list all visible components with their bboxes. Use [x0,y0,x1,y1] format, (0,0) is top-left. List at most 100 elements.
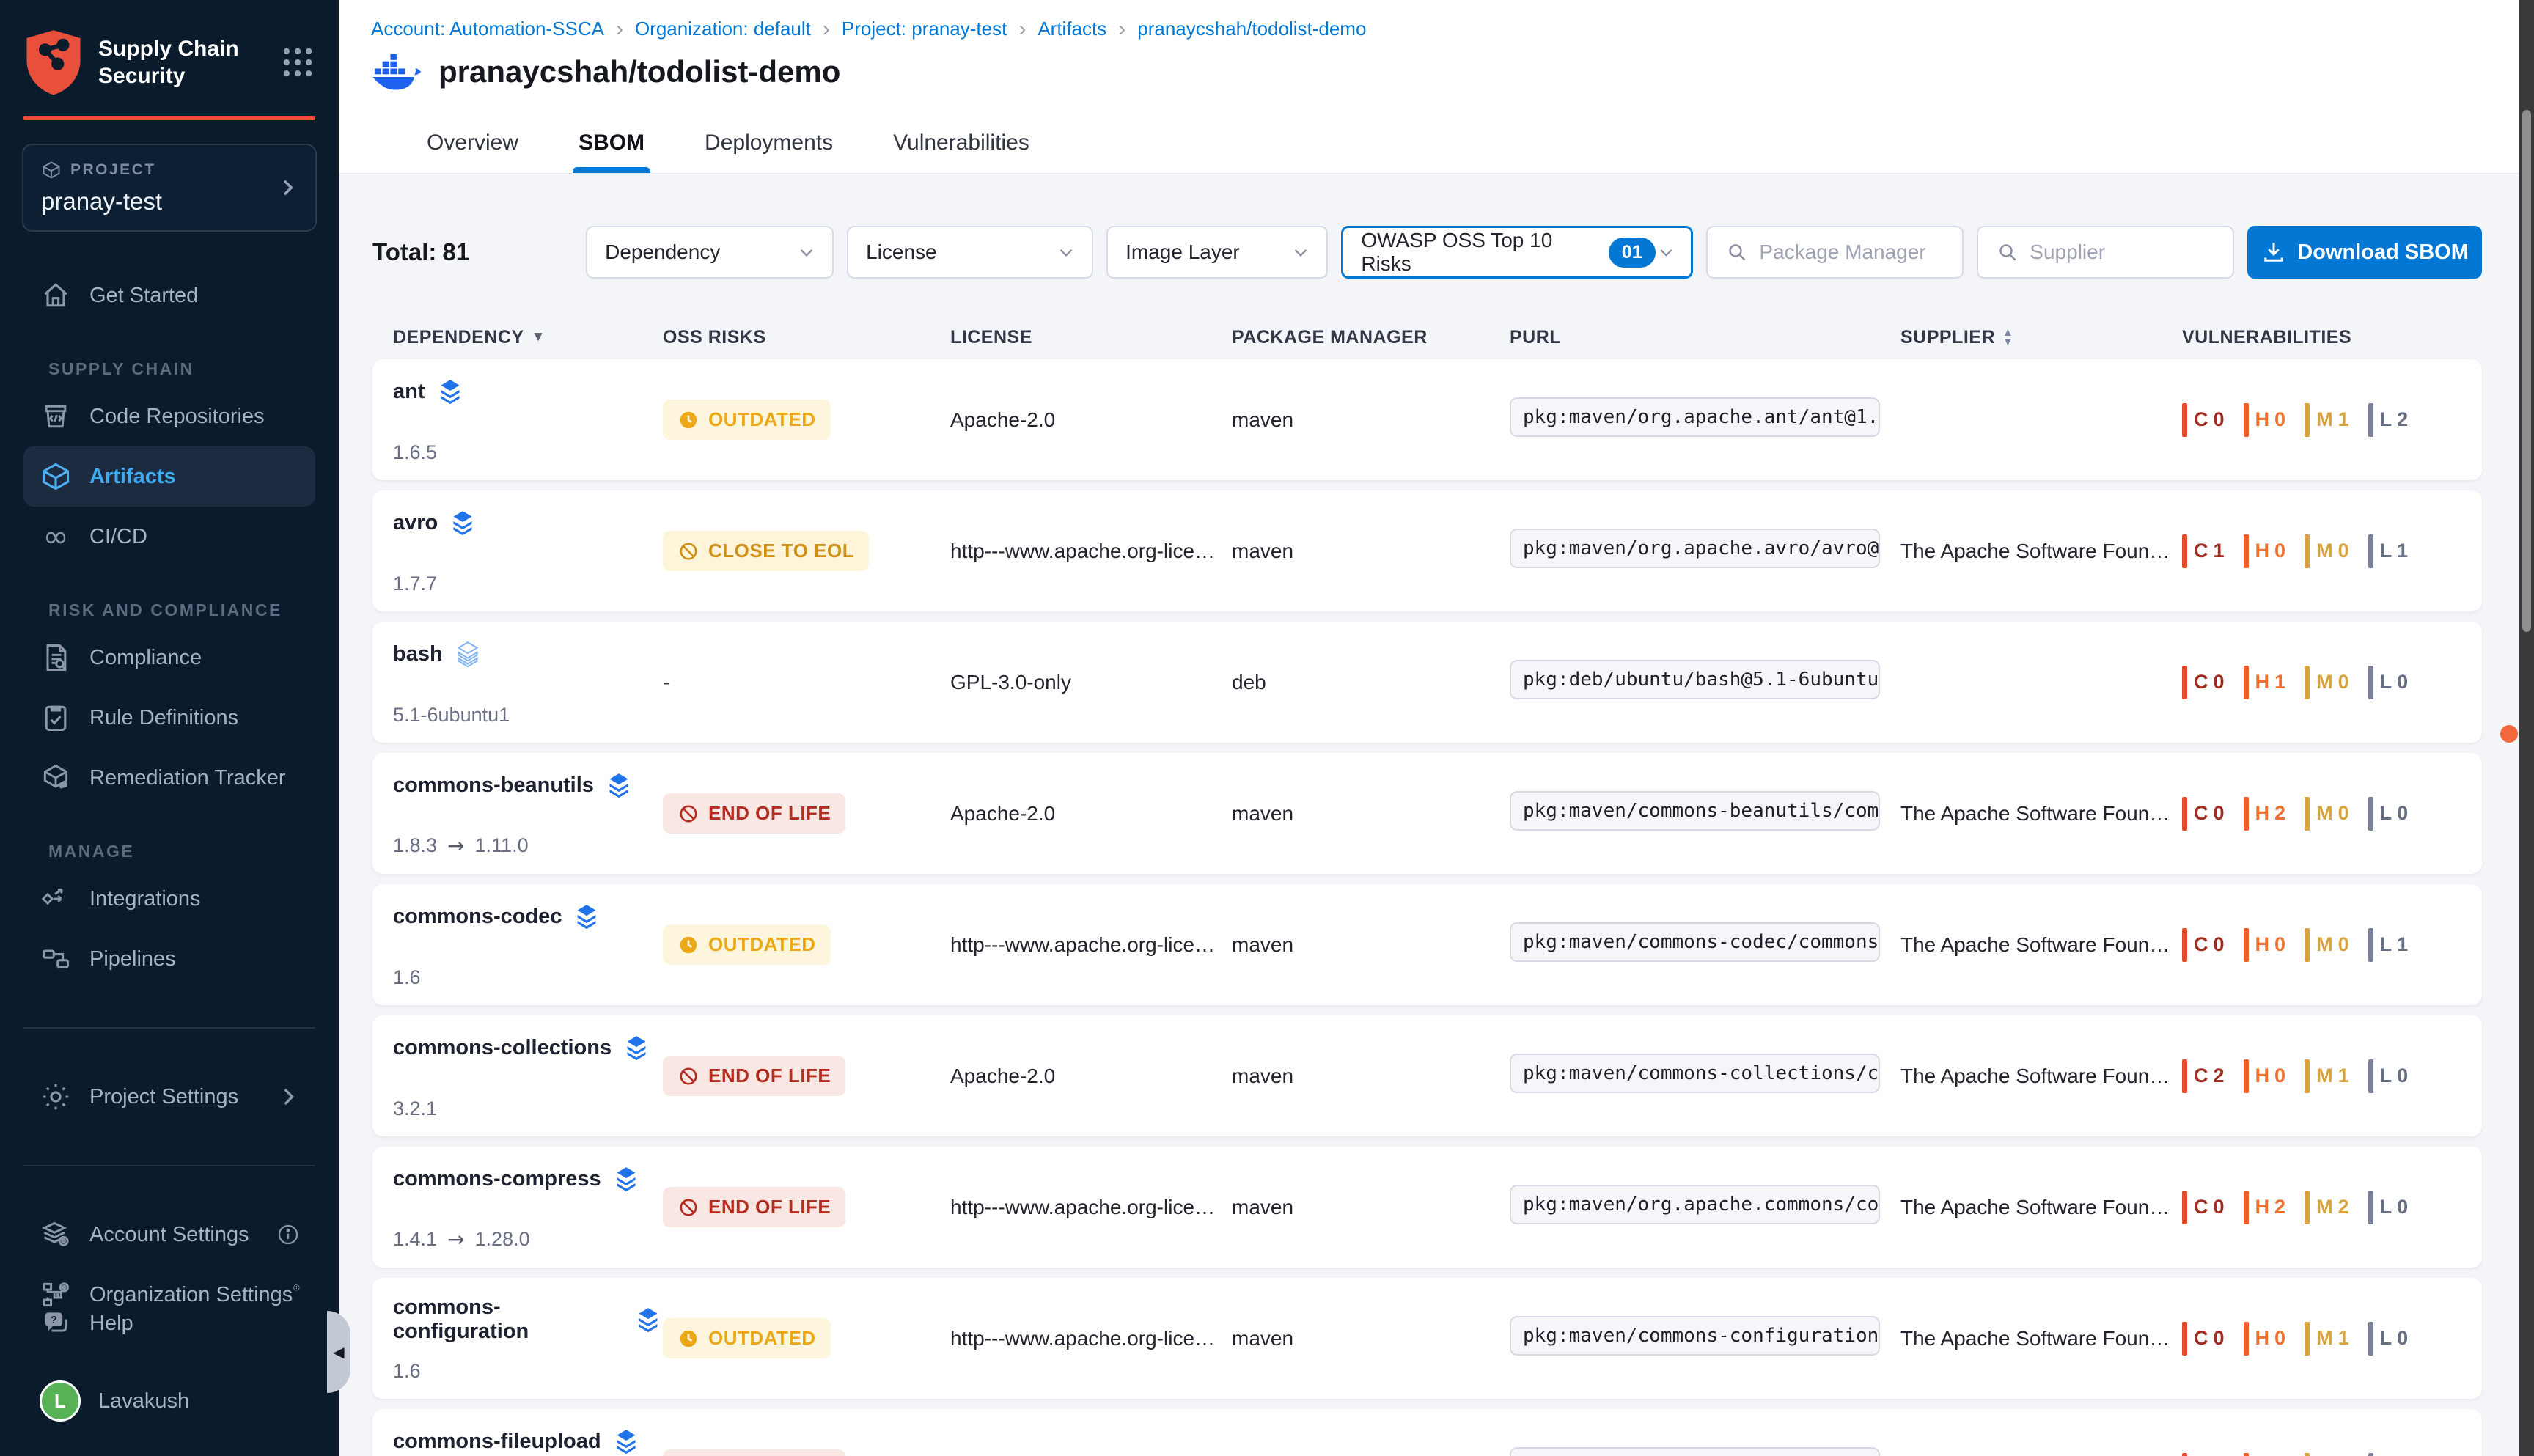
sidebar-item-rule-definitions[interactable]: Rule Definitions [23,688,315,748]
ban-icon [677,1065,699,1087]
sidebar-item-account-settings[interactable]: Account Settings [23,1205,315,1265]
sidebar-collapse-handle[interactable]: ◀ [327,1311,350,1393]
search-field-package-manager[interactable] [1706,226,1964,279]
supplier-cell: The Apache Software Foun… [1900,802,2182,826]
severity-bar [2182,928,2187,962]
purl-value[interactable]: pkg:maven/commons-fileupload/… [1510,1447,1880,1456]
search-input[interactable] [2030,240,2218,264]
sidebar-item-get-started[interactable]: Get Started [23,265,315,326]
clock-icon [677,934,699,956]
column-header-dependency[interactable]: DEPENDENCY▼ [393,327,663,348]
user-menu[interactable]: L Lavakush [23,1371,315,1431]
sidebar-header: Supply Chain Security [0,0,339,97]
project-selector[interactable]: PROJECT pranay-test [22,144,317,232]
risk-badge: OUTDATED [663,924,831,965]
vuln-count-m: M0 [2305,797,2349,831]
vuln-count-l: L0 [2368,1191,2409,1224]
search-field-supplier[interactable] [1977,226,2234,279]
owasp-filter-select[interactable]: OWASP OSS Top 10 Risks 01 [1341,226,1693,279]
filter-select-license[interactable]: License [847,226,1093,279]
table-row[interactable]: avro 1.7.7 → CLOSE TO EOL [372,490,2482,611]
purl-value[interactable]: pkg:maven/org.apache.ant/ant@1.6… [1510,397,1880,437]
sidebar-item-integrations[interactable]: Integrations [23,869,315,929]
table-row[interactable]: commons-configuration 1.6 → OUTD [372,1278,2482,1399]
sidebar-item-label: Pipelines [89,947,176,971]
module-grid-icon[interactable] [279,43,317,81]
purl-value[interactable]: pkg:maven/commons-collections/co… [1510,1054,1880,1093]
table-row[interactable]: commons-compress 1.4.1 → 1.28.0 E [372,1147,2482,1268]
vuln-count-h: H0 [2244,928,2286,962]
table-row[interactable]: commons-beanutils 1.8.3 → 1.11.0 [372,753,2482,874]
table-body: ant 1.6.5 → OUTDATED [372,359,2482,1456]
vuln-count-l: L1 [2368,928,2409,962]
sidebar-item-remediation-tracker[interactable]: Remediation Tracker [23,748,315,808]
vuln-count-l: L1 [2368,534,2409,568]
sidebar-item-project-settings[interactable]: Project Settings [23,1067,315,1127]
purl-value[interactable]: pkg:maven/org.apache.commons/com… [1510,1185,1880,1224]
sidebar-item-pipelines[interactable]: Pipelines [23,929,315,989]
dependency-cell: commons-fileupload → [393,1409,663,1456]
sort-icon: ▲▼ [2002,328,2013,347]
dependency-cell: commons-configuration 1.6 → [393,1278,663,1399]
supplier-cell: The Apache Software Foun… [1900,1196,2182,1219]
severity-bar [2182,1322,2187,1356]
sidebar-item-label: Code Repositories [89,405,265,429]
column-header-license[interactable]: LICENSE [950,327,1232,348]
gear-icon [40,1081,72,1113]
search-input[interactable] [1759,240,1947,264]
sidebar-item-help[interactable]: ? Help [23,1293,315,1353]
home-icon [40,279,72,312]
table-row[interactable]: commons-collections 3.2.1 → END [372,1015,2482,1136]
column-header-purl[interactable]: PURL [1510,327,1900,348]
breadcrumb-item[interactable]: Project: pranay-test [842,18,1007,40]
tab-deployments[interactable]: Deployments [699,130,839,173]
breadcrumb-item[interactable]: pranaycshah/todolist-demo [1137,18,1366,40]
purl-value[interactable]: pkg:maven/commons-codec/commons-… [1510,922,1880,962]
scrollbar-thumb[interactable] [2522,110,2531,632]
risk-badge: CLOSE TO EOL [663,531,869,571]
purl-value[interactable]: pkg:deb/ubuntu/bash@5.1-6ubuntu1 [1510,660,1880,699]
severity-bar [2305,928,2310,962]
purl-value[interactable]: pkg:maven/commons-configuration/… [1510,1316,1880,1356]
severity-bar [2182,1453,2187,1456]
sidebar-item-artifacts[interactable]: Artifacts [23,446,315,507]
table-row[interactable]: bash 5.1-6ubuntu1 → - [372,622,2482,743]
vuln-count-c: C2 [2182,1059,2225,1093]
column-header-supplier[interactable]: SUPPLIER▲▼ [1900,327,2182,348]
license-cell: http---www.apache.org-lice… [950,1327,1232,1350]
page-title: pranaycshah/todolist-demo [438,54,840,89]
tab-vulnerabilities[interactable]: Vulnerabilities [887,130,1035,173]
tab-sbom[interactable]: SBOM [573,130,650,173]
breadcrumb-item[interactable]: Account: Automation-SSCA [371,18,604,40]
filter-select-image-layer[interactable]: Image Layer [1106,226,1328,279]
table-row[interactable]: ant 1.6.5 → OUTDATED [372,359,2482,480]
vertical-scrollbar[interactable] [2519,0,2534,1456]
breadcrumb-item[interactable]: Organization: default [635,18,811,40]
filter-select-dependency[interactable]: Dependency [586,226,834,279]
dependency-name: commons-fileupload [393,1430,601,1454]
purl-value[interactable]: pkg:maven/commons-beanutils/comm… [1510,791,1880,831]
sidebar-item-ci-cd[interactable]: ∞ CI/CD [23,507,315,567]
column-header-oss-risks[interactable]: OSS RISKS [663,327,950,348]
sidebar-item-code-repositories[interactable]: Code Repositories [23,386,315,446]
breadcrumb-item[interactable]: Artifacts [1038,18,1106,40]
table-row[interactable]: commons-fileupload → END OF LIF [372,1409,2482,1456]
breadcrumb-separator: › [823,20,830,39]
sidebar-item-label: Compliance [89,646,202,670]
tab-overview[interactable]: Overview [421,130,524,173]
sidebar-item-label: Account Settings [89,1223,249,1247]
sidebar: Supply Chain Security PROJECT pranay-tes… [0,0,339,1456]
severity-bar [2244,1059,2249,1093]
table-row[interactable]: commons-codec 1.6 → OUTDATED [372,884,2482,1005]
package-manager-cell: maven [1232,933,1510,957]
content: Total:81 Dependency License Image Layer … [339,174,2534,1456]
dependency-name: commons-configuration [393,1295,623,1344]
download-sbom-button[interactable]: Download SBOM [2247,226,2482,279]
severity-bar [2244,797,2249,831]
column-header-vulnerabilities[interactable]: VULNERABILITIES [2182,327,2482,348]
column-header-package-manager[interactable]: PACKAGE MANAGER [1232,327,1510,348]
chevron-down-icon [1656,241,1677,263]
severity-bar [2368,534,2373,568]
sidebar-item-compliance[interactable]: Compliance [23,628,315,688]
purl-value[interactable]: pkg:maven/org.apache.avro/avro@1… [1510,529,1880,568]
